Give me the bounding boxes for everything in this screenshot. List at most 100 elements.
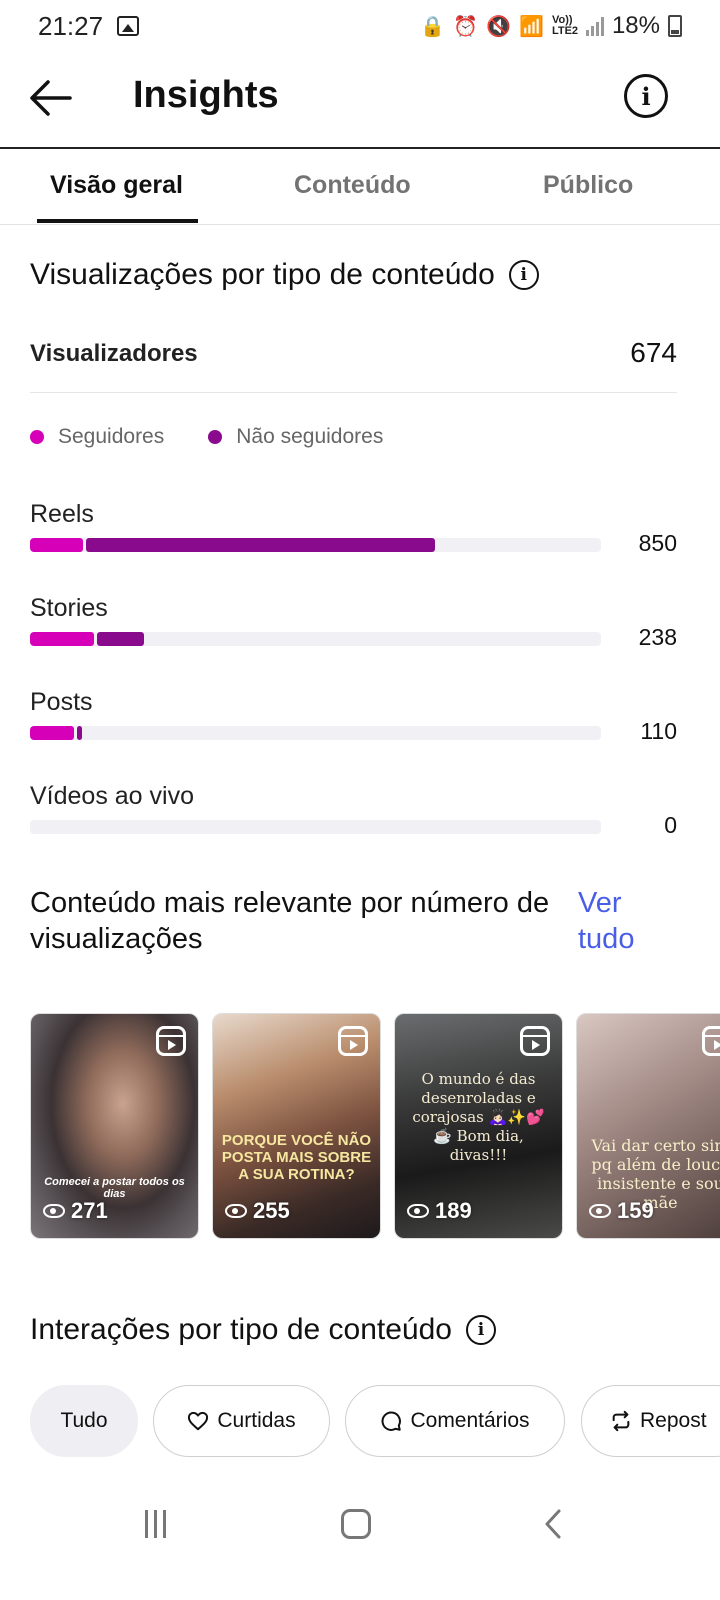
bar-row-posts: Posts 110 bbox=[30, 688, 677, 768]
chip-label: Repost bbox=[640, 1409, 707, 1432]
interaction-filter-chips: Tudo Curtidas Comentários Repost bbox=[30, 1385, 720, 1457]
battery-percent: 18% bbox=[611, 12, 660, 39]
bar-row-live: Vídeos ao vivo 0 bbox=[30, 782, 677, 862]
eye-icon bbox=[407, 1204, 429, 1218]
chip-reposts[interactable]: Repost bbox=[581, 1385, 720, 1457]
relevant-section-title: Conteúdo mais relevante por número de vi… bbox=[30, 887, 550, 955]
legend-followers: Seguidores bbox=[30, 425, 164, 449]
system-back-button[interactable] bbox=[543, 1509, 563, 1539]
home-button[interactable] bbox=[341, 1509, 371, 1539]
views-count: 255 bbox=[253, 1198, 290, 1223]
mute-icon: 🔇 bbox=[486, 15, 512, 38]
chip-label: Curtidas bbox=[217, 1409, 296, 1432]
bar-non-followers-segment bbox=[86, 538, 436, 552]
views-count: 189 bbox=[435, 1198, 472, 1223]
relevant-content-carousel[interactable]: Comecei a postar todos os dias 271 PORQU… bbox=[30, 1013, 720, 1239]
thumbnail-views: 271 bbox=[43, 1198, 108, 1224]
repost-icon bbox=[612, 1410, 630, 1432]
bar-track bbox=[30, 726, 601, 740]
bar-track bbox=[30, 538, 601, 552]
tab-audience[interactable]: Público bbox=[543, 171, 633, 200]
views-count: 271 bbox=[71, 1198, 108, 1223]
legend-label: Seguidores bbox=[58, 425, 165, 448]
gallery-notification-icon bbox=[117, 16, 140, 36]
bar-followers-segment bbox=[30, 726, 74, 740]
thumbnail-views: 255 bbox=[225, 1198, 290, 1224]
eye-icon bbox=[225, 1204, 247, 1218]
chart-legend: Seguidores Não seguidores bbox=[30, 425, 383, 449]
bar-label: Vídeos ao vivo bbox=[30, 782, 194, 810]
bar-label: Reels bbox=[30, 500, 94, 528]
battery-icon bbox=[668, 15, 682, 37]
system-navigation-bar bbox=[0, 1480, 720, 1600]
comment-icon bbox=[382, 1411, 402, 1431]
network-label: Vo)) LTE2 bbox=[551, 14, 579, 37]
thumbnail-views: 159 bbox=[589, 1198, 654, 1224]
content-thumbnail[interactable]: O mundo é das desenroladas e corajosas 🙇… bbox=[394, 1013, 563, 1239]
bar-label: Posts bbox=[30, 688, 93, 716]
signal-icon bbox=[585, 16, 604, 36]
bar-value: 238 bbox=[638, 624, 677, 650]
bar-followers-segment bbox=[30, 538, 84, 552]
interactions-section-title-text: Interações por tipo de conteúdo bbox=[30, 1313, 452, 1346]
info-icon[interactable]: i bbox=[624, 74, 668, 118]
views-count: 159 bbox=[617, 1198, 654, 1223]
views-section-title: Visualizações por tipo de conteúdo i bbox=[30, 258, 539, 292]
info-icon[interactable]: i bbox=[508, 260, 539, 290]
chip-label: Tudo bbox=[60, 1409, 108, 1432]
bar-followers-segment bbox=[30, 632, 94, 646]
legend-label: Não seguidores bbox=[236, 425, 384, 448]
recent-apps-button[interactable] bbox=[145, 1510, 173, 1538]
heart-icon bbox=[188, 1411, 209, 1431]
reel-icon bbox=[156, 1026, 186, 1056]
alarm-icon: ⏰ bbox=[453, 15, 479, 38]
bar-row-reels: Reels 850 bbox=[30, 500, 677, 580]
reel-icon bbox=[520, 1026, 550, 1056]
legend-non-followers: Não seguidores bbox=[208, 425, 383, 449]
reel-icon bbox=[702, 1026, 720, 1056]
eye-icon bbox=[589, 1204, 611, 1218]
tab-content[interactable]: Conteúdo bbox=[294, 171, 411, 200]
eye-icon bbox=[43, 1204, 65, 1218]
thumbnail-caption: Comecei a postar todos os dias bbox=[44, 1176, 185, 1200]
wifi-icon: 📶 bbox=[519, 15, 544, 38]
tab-bar: Visão geral Conteúdo Público bbox=[0, 149, 720, 225]
thumbnail-views: 189 bbox=[407, 1198, 472, 1224]
chip-all[interactable]: Tudo bbox=[30, 1385, 138, 1457]
content-thumbnail[interactable]: PORQUE VOCÊ NÃO POSTA MAIS SOBRE A SUA R… bbox=[212, 1013, 381, 1239]
content-thumbnail[interactable]: Comecei a postar todos os dias 271 bbox=[30, 1013, 199, 1239]
bar-row-stories: Stories 238 bbox=[30, 594, 677, 674]
status-bar: 21:27 🔒 ⏰ 🔇 📶 Vo)) LTE2 18% bbox=[0, 0, 720, 52]
page-title: Insights bbox=[133, 74, 279, 116]
chip-label: Comentários bbox=[410, 1409, 530, 1432]
thumbnail-caption: O mundo é das desenroladas e corajosas 🙇… bbox=[412, 1070, 545, 1164]
bar-value: 110 bbox=[640, 718, 677, 744]
chip-comments[interactable]: Comentários bbox=[345, 1385, 565, 1457]
app-header: Insights i bbox=[0, 52, 720, 147]
content-thumbnail[interactable]: Vai dar certo sim pq além de louca insis… bbox=[576, 1013, 720, 1239]
bar-track bbox=[30, 632, 601, 646]
tab-overview[interactable]: Visão geral bbox=[50, 171, 183, 200]
info-icon[interactable]: i bbox=[465, 1315, 496, 1345]
status-time: 21:27 bbox=[38, 10, 104, 41]
reel-icon bbox=[338, 1026, 368, 1056]
interactions-section-title: Interações por tipo de conteúdo i bbox=[30, 1313, 496, 1347]
see-all-link[interactable]: Ver tudo bbox=[578, 885, 668, 957]
viewers-row: Visualizadores 674 bbox=[30, 335, 677, 393]
viewers-value: 674 bbox=[630, 337, 677, 368]
active-tab-indicator bbox=[37, 219, 198, 223]
thumbnail-caption: PORQUE VOCÊ NÃO POSTA MAIS SOBRE A SUA R… bbox=[221, 1132, 372, 1183]
bar-non-followers-segment bbox=[76, 726, 83, 740]
bar-label: Stories bbox=[30, 594, 108, 622]
viewers-label: Visualizadores bbox=[30, 340, 198, 367]
bar-track bbox=[30, 820, 601, 834]
bar-value: 0 bbox=[664, 812, 677, 838]
bar-non-followers-segment bbox=[96, 632, 144, 646]
non-followers-dot bbox=[208, 430, 223, 444]
followers-dot bbox=[30, 430, 44, 444]
bar-value: 850 bbox=[638, 530, 677, 556]
lock-icon: 🔒 bbox=[420, 15, 446, 38]
back-arrow-icon[interactable] bbox=[28, 78, 74, 118]
chip-likes[interactable]: Curtidas bbox=[153, 1385, 330, 1457]
views-section-title-text: Visualizações por tipo de conteúdo bbox=[30, 258, 495, 291]
